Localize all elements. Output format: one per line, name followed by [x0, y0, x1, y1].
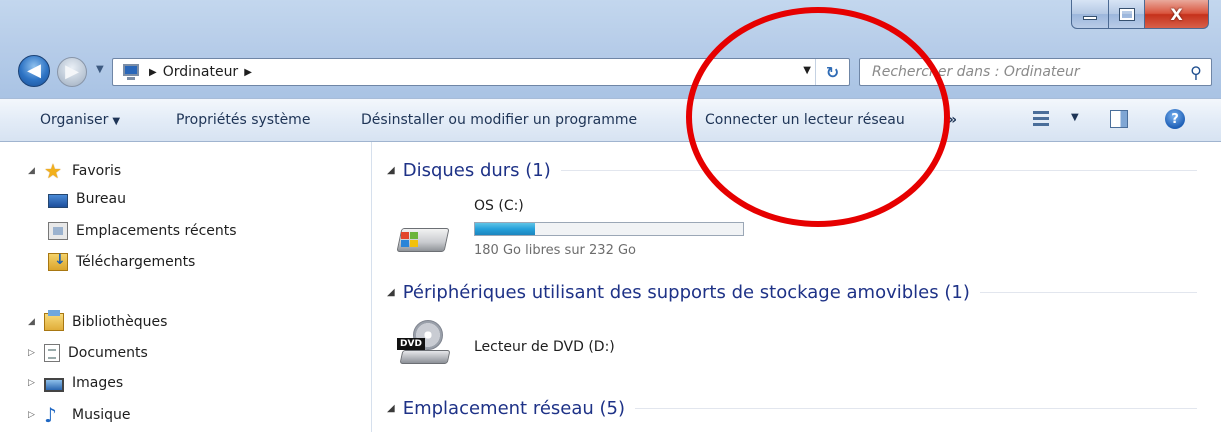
navigation-pane: ◢ ★ Favoris Bureau Emplacements récents … [0, 142, 372, 432]
search-input[interactable]: Rechercher dans : Ordinateur [872, 64, 1181, 80]
recent-places-icon [48, 222, 68, 240]
dvd-badge: DVD [397, 338, 425, 350]
capacity-fill [475, 223, 536, 235]
view-dropdown-icon[interactable]: ▼ [1071, 112, 1079, 123]
divider [560, 170, 1197, 171]
collapse-icon[interactable]: ◢ [28, 317, 40, 327]
sidebar-item-documents[interactable]: ▷ Documents [28, 344, 148, 362]
group-header-hard-disks[interactable]: ◢ Disques durs (1) [387, 160, 1197, 181]
capacity-bar [474, 222, 744, 236]
chevron-down-icon: ▼ [112, 116, 121, 127]
back-button[interactable]: ◀ [18, 55, 50, 87]
back-arrow-icon: ◀ [27, 60, 41, 81]
expand-icon[interactable]: ▷ [28, 410, 40, 420]
help-icon[interactable]: ? [1165, 109, 1185, 129]
sidebar-item-libraries[interactable]: ◢ Bibliothèques [28, 310, 168, 331]
collapse-icon[interactable]: ◢ [28, 166, 40, 176]
group-header-removable[interactable]: ◢ Périphériques utilisant des supports d… [387, 282, 1197, 303]
divider [635, 408, 1197, 409]
group-header-network[interactable]: ◢ Emplacement réseau (5) [387, 398, 1197, 419]
sidebar-item-label: Bibliothèques [72, 314, 168, 330]
divider [979, 292, 1197, 293]
group-title: Disques durs (1) [402, 160, 551, 181]
minimize-button[interactable] [1071, 0, 1109, 29]
search-icon[interactable]: ⚲ [1181, 63, 1211, 82]
hard-drive-icon [396, 214, 450, 260]
content-pane: ◢ Disques durs (1) OS (C:) 180 Go libres… [373, 142, 1221, 432]
collapse-icon[interactable]: ◢ [387, 403, 395, 414]
desktop-icon [48, 194, 68, 208]
documents-icon [44, 344, 60, 362]
explorer-window: X ◀ ▶ ▼ ▶ Ordinateur ▶ ▼ ↻ Rechercher da… [0, 0, 1221, 432]
maximize-icon [1118, 7, 1135, 21]
more-commands-button[interactable]: » [948, 112, 957, 128]
maximize-button[interactable] [1109, 0, 1145, 29]
sidebar-item-images[interactable]: ▷ Images [28, 375, 124, 392]
star-icon: ★ [44, 159, 62, 183]
search-box[interactable]: Rechercher dans : Ordinateur ⚲ [859, 58, 1212, 86]
pictures-icon [44, 378, 64, 392]
sidebar-item-label: Documents [68, 345, 148, 361]
group-title: Emplacement réseau (5) [402, 398, 626, 419]
close-icon: X [1170, 4, 1183, 24]
sidebar-item-label: Emplacements récents [76, 223, 237, 239]
address-bar[interactable]: ▶ Ordinateur ▶ ▼ ↻ [112, 58, 850, 86]
sidebar-item-recent-places[interactable]: Emplacements récents [48, 222, 237, 240]
libraries-icon [44, 310, 64, 331]
window-chrome: X ◀ ▶ ▼ ▶ Ordinateur ▶ ▼ ↻ Rechercher da… [0, 0, 1221, 98]
preview-pane-icon[interactable] [1110, 110, 1128, 128]
expand-icon[interactable]: ▷ [28, 348, 40, 358]
drive-free-space: 180 Go libres sur 232 Go [474, 243, 637, 258]
navigation-row: ◀ ▶ ▼ ▶ Ordinateur ▶ ▼ ↻ Rechercher dans… [0, 50, 1221, 94]
forward-button[interactable]: ▶ [57, 57, 87, 87]
expand-icon[interactable]: ▷ [28, 378, 40, 388]
caption-buttons: X [1071, 0, 1209, 31]
sidebar-item-label: Favoris [72, 163, 122, 179]
group-title: Périphériques utilisant des supports de … [402, 282, 970, 303]
sidebar-item-favorites[interactable]: ◢ ★ Favoris [28, 159, 122, 183]
close-button[interactable]: X [1145, 0, 1209, 29]
sidebar-item-desktop[interactable]: Bureau [48, 191, 126, 208]
refresh-button[interactable]: ↻ [815, 59, 849, 85]
drive-name: OS (C:) [474, 198, 524, 214]
sidebar-item-downloads[interactable]: Téléchargements [48, 252, 196, 271]
drive-name: Lecteur de DVD (D:) [474, 339, 615, 355]
dvd-drive-icon: DVD [397, 320, 451, 366]
collapse-icon[interactable]: ◢ [387, 287, 395, 298]
music-icon: ♪ [44, 403, 57, 427]
breadcrumb-computer[interactable]: Ordinateur [163, 64, 239, 80]
computer-icon [119, 63, 143, 81]
sidebar-item-label: Images [72, 375, 124, 391]
sidebar-item-music[interactable]: ▷ ♪ Musique [28, 403, 131, 427]
organise-menu[interactable]: Organiser ▼ [40, 112, 120, 128]
recent-pages-dropdown[interactable]: ▼ [96, 64, 104, 75]
breadcrumb-separator-icon[interactable]: ▶ [244, 67, 252, 78]
map-network-drive-button[interactable]: Connecter un lecteur réseau [705, 112, 905, 128]
uninstall-program-button[interactable]: Désinstaller ou modifier un programme [361, 112, 637, 128]
system-properties-button[interactable]: Propriétés système [176, 112, 310, 128]
downloads-icon [48, 252, 68, 271]
collapse-icon[interactable]: ◢ [387, 165, 395, 176]
change-view-icon[interactable] [1033, 110, 1049, 128]
sidebar-item-label: Musique [72, 407, 131, 423]
breadcrumb-separator-icon[interactable]: ▶ [149, 67, 157, 78]
sidebar-item-label: Bureau [76, 191, 126, 207]
sidebar-item-label: Téléchargements [76, 254, 196, 270]
command-bar: Organiser ▼ Propriétés système Désinstall… [0, 98, 1221, 142]
minimize-icon [1083, 16, 1097, 20]
organise-label: Organiser [40, 112, 109, 128]
forward-arrow-icon: ▶ [65, 61, 79, 82]
address-dropdown-icon[interactable]: ▼ [803, 65, 811, 76]
